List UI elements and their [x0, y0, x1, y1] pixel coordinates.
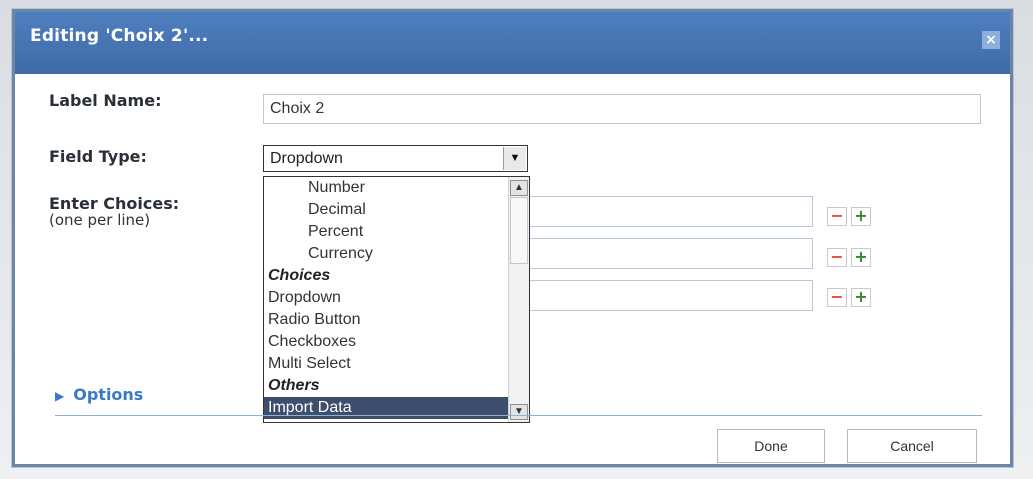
dropdown-option[interactable]: Decimal — [308, 199, 366, 221]
cancel-button[interactable]: Cancel — [847, 429, 977, 463]
scroll-down-icon[interactable]: ▼ — [510, 404, 528, 420]
expand-arrow-icon: ▶ — [55, 389, 65, 403]
dialog-title: Editing 'Choix 2'... — [30, 26, 209, 46]
dropdown-group-header: Others — [268, 377, 320, 394]
edit-field-dialog: Editing 'Choix 2'... × Label Name: Choix… — [12, 9, 1013, 467]
scroll-up-icon[interactable]: ▲ — [510, 180, 528, 196]
done-button[interactable]: Done — [717, 429, 825, 463]
enter-choices-hint: (one per line) — [49, 211, 151, 229]
remove-choice-button[interactable]: − — [827, 248, 847, 267]
field-type-value: Dropdown — [270, 150, 343, 167]
dropdown-group-header: Choices — [268, 267, 331, 284]
options-label: Options — [73, 385, 144, 404]
dialog-titlebar: Editing 'Choix 2'... × — [15, 12, 1010, 74]
choice-input-1[interactable] — [495, 196, 813, 227]
field-type-dropdown-list[interactable]: Number Decimal Percent Currency Choices … — [263, 176, 530, 423]
remove-choice-button[interactable]: − — [827, 207, 847, 226]
dropdown-option[interactable]: Currency — [308, 243, 373, 265]
remove-choice-button[interactable]: − — [827, 288, 847, 307]
add-choice-button[interactable]: + — [851, 288, 871, 307]
label-name-input[interactable]: Choix 2 — [263, 94, 981, 124]
dropdown-option[interactable]: Radio Button — [268, 309, 361, 331]
scrollbar-thumb[interactable] — [510, 197, 528, 264]
chevron-down-icon[interactable]: ▼ — [503, 147, 526, 170]
choice-input-3[interactable] — [495, 280, 813, 311]
add-choice-button[interactable]: + — [851, 207, 871, 226]
dropdown-option[interactable]: Checkboxes — [268, 331, 356, 353]
dropdown-option[interactable]: Percent — [308, 221, 363, 243]
close-icon[interactable]: × — [982, 31, 1000, 49]
dropdown-option[interactable]: Dropdown — [268, 287, 341, 309]
options-toggle[interactable]: ▶ Options — [55, 385, 143, 404]
add-choice-button[interactable]: + — [851, 248, 871, 267]
footer-divider — [55, 415, 982, 416]
dropdown-option[interactable]: Multi Select — [268, 353, 351, 375]
choice-input-2[interactable] — [495, 238, 813, 269]
label-name-label: Label Name: — [49, 91, 162, 110]
dropdown-option[interactable]: Number — [308, 177, 365, 199]
field-type-select[interactable]: Dropdown ▼ — [263, 145, 528, 172]
field-type-label: Field Type: — [49, 147, 147, 166]
dropdown-scrollbar[interactable]: ▲ ▼ — [508, 177, 529, 422]
